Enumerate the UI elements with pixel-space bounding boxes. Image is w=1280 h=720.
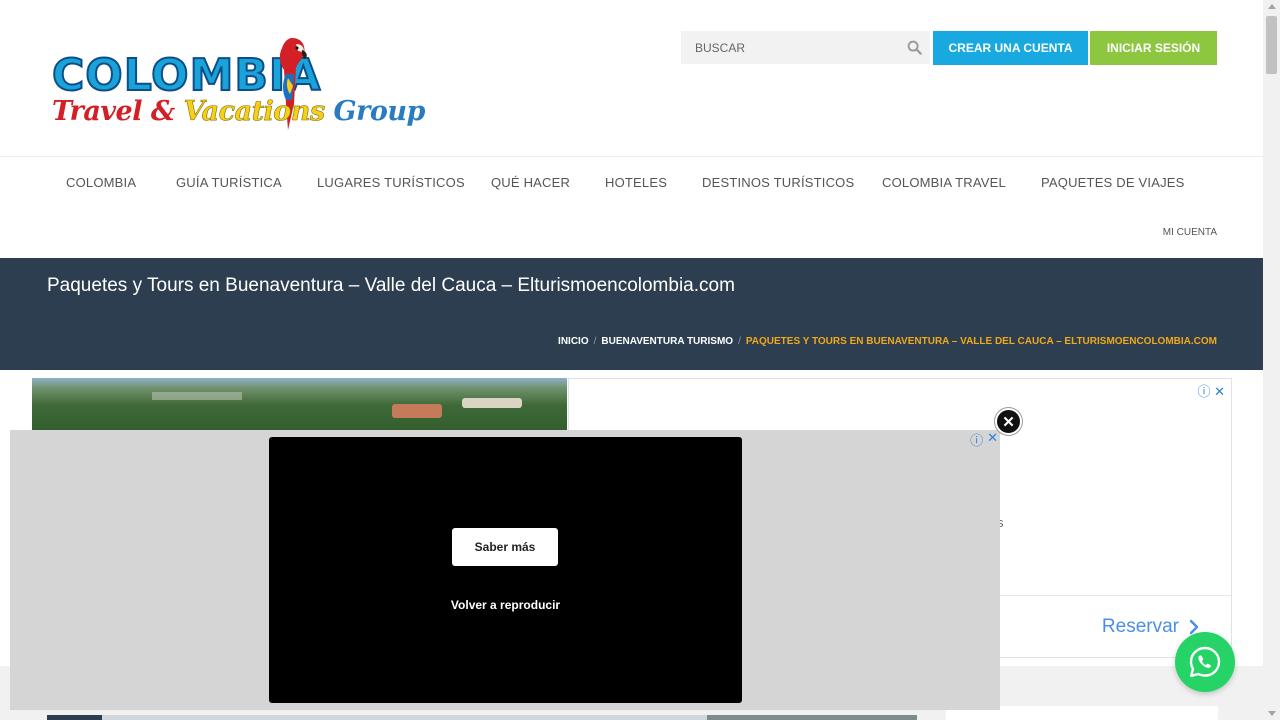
nav-item-colombia[interactable]: COLOMBIA [66,175,136,190]
logo-tagline-amp: & [141,96,184,127]
overlay-info-icon[interactable]: ⓘ [970,430,983,449]
close-icon: ✕ [1002,413,1015,431]
nav-item-lugares-turisticos[interactable]: LUGARES TURÍSTICOS [317,175,465,190]
ad-info-icon[interactable]: ⓘ [1197,384,1210,399]
create-account-button[interactable]: CREAR UNA CUENTA [933,31,1088,65]
whatsapp-icon [1189,646,1221,677]
nav-item-que-hacer[interactable]: QUÉ HACER [491,175,570,190]
search-icon[interactable] [907,40,922,55]
close-overlay-button[interactable]: ✕ [995,408,1022,435]
nav-item-destinos-turisticos[interactable]: DESTINOS TURÍSTICOS [702,175,854,190]
whatsapp-button[interactable] [1175,632,1235,692]
article-image-edge [47,715,917,720]
overlay-close-icon[interactable]: ✕ [987,430,998,449]
search-box [681,31,930,64]
hero-image-building [462,398,522,408]
scroll-down-icon[interactable] [1268,711,1276,716]
video-ad-overlay: ⓘ ✕ Saber más Volver a reproducir [10,430,1000,710]
nav-item-mi-cuenta[interactable]: MI CUENTA [1163,227,1217,238]
reservar-button[interactable]: Reservar [1102,616,1199,638]
hero-image [32,378,567,438]
ad-choices[interactable]: ⓘ ✕ [1197,381,1225,400]
breadcrumb-buenaventura[interactable]: BUENAVENTURA TURISMO [601,336,733,347]
breadcrumb-current: PAQUETES Y TOURS EN BUENAVENTURA – VALLE… [745,336,1217,347]
logo-tagline-vacations: Vacations [183,96,325,128]
breadcrumb-separator: / [593,336,597,347]
logo-tagline: Travel & Vacations Group [52,96,426,128]
logo-tagline-travel: Travel [52,96,142,127]
main-nav: COLOMBIA GUÍA TURÍSTICA LUGARES TURÍSTIC… [0,158,1263,258]
replay-button[interactable]: Volver a reproducir [269,598,742,612]
breadcrumb-home[interactable]: INICIO [558,336,589,347]
reservar-label: Reservar [1101,616,1179,637]
site-header: COLOMBIA Travel & Vacations Group CREAR … [0,0,1263,157]
nav-item-paquetes-de-viajes[interactable]: PAQUETES DE VIAJES [1041,175,1185,190]
ad-close-icon[interactable]: ✕ [1214,384,1225,399]
logo-tagline-group: Group [324,96,426,127]
video-player[interactable]: Saber más Volver a reproducir [269,437,742,703]
nav-item-colombia-travel[interactable]: COLOMBIA TRAVEL [882,175,1006,190]
site-logo[interactable]: COLOMBIA Travel & Vacations Group [50,34,425,140]
scrollbar-thumb[interactable] [1266,16,1277,74]
scroll-up-icon[interactable] [1268,4,1276,9]
page-title: Paquetes y Tours en Buenaventura – Valle… [47,275,735,296]
overlay-ad-choices[interactable]: ⓘ ✕ [970,430,998,449]
page: COLOMBIA Travel & Vacations Group CREAR … [0,0,1280,720]
breadcrumb-separator: / [738,336,741,347]
nav-item-hoteles[interactable]: HOTELES [605,175,667,190]
login-button[interactable]: INICIAR SESIÓN [1090,31,1217,65]
hero-image-detail [152,392,242,400]
breadcrumb: INICIO / BUENAVENTURA TURISMO / PAQUETES Y T… [558,336,1217,347]
page-scrollbar[interactable] [1263,0,1280,720]
page-title-bar: Paquetes y Tours en Buenaventura – Valle… [0,258,1263,370]
hero-image-building [392,404,442,418]
nav-item-guia-turistica[interactable]: GUÍA TURÍSTICA [176,175,282,190]
search-input[interactable] [681,31,896,64]
learn-more-button[interactable]: Saber más [452,528,558,566]
